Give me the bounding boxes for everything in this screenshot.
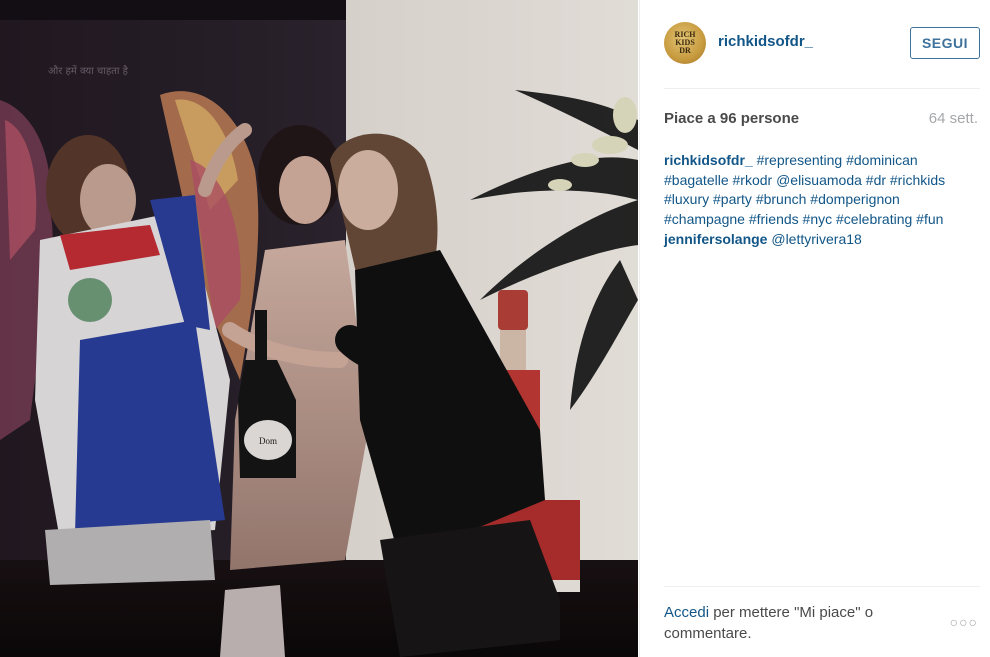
post-timestamp[interactable]: 64 sett. [929, 110, 978, 127]
comment-text[interactable]: @lettyrivera18 [771, 231, 861, 247]
comments-list: richkidsofdr_ #representing #dominican #… [664, 151, 974, 251]
comment-item: jennifersolange @lettyrivera18 [664, 230, 974, 250]
party-photo-illustration: और हमें क्या चाहता है Dom [0, 0, 638, 657]
likes-count[interactable]: Piace a 96 persone [664, 110, 799, 127]
username-link[interactable]: richkidsofdr_ [718, 33, 813, 50]
post-photo[interactable]: और हमें क्या चाहता है Dom [0, 0, 638, 657]
ellipsis-icon[interactable]: ○○○ [950, 614, 978, 630]
login-prompt: Accedi per mettere "Mi piace" o commenta… [664, 602, 914, 644]
caption-username[interactable]: richkidsofdr_ [664, 152, 753, 168]
post-sidebar: RICH KIDS DR richkidsofdr_ SEGUI Piace a… [639, 0, 990, 657]
caption: richkidsofdr_ #representing #dominican #… [664, 151, 974, 229]
avatar-logo-text: RICH KIDS DR [674, 30, 696, 55]
avatar[interactable]: RICH KIDS DR [664, 22, 706, 64]
footer-divider [664, 586, 980, 587]
follow-button[interactable]: SEGUI [910, 27, 980, 59]
header-divider [664, 88, 980, 89]
login-link[interactable]: Accedi [664, 604, 709, 621]
comment-username[interactable]: jennifersolange [664, 231, 767, 247]
post-header: RICH KIDS DR richkidsofdr_ SEGUI [640, 0, 990, 88]
